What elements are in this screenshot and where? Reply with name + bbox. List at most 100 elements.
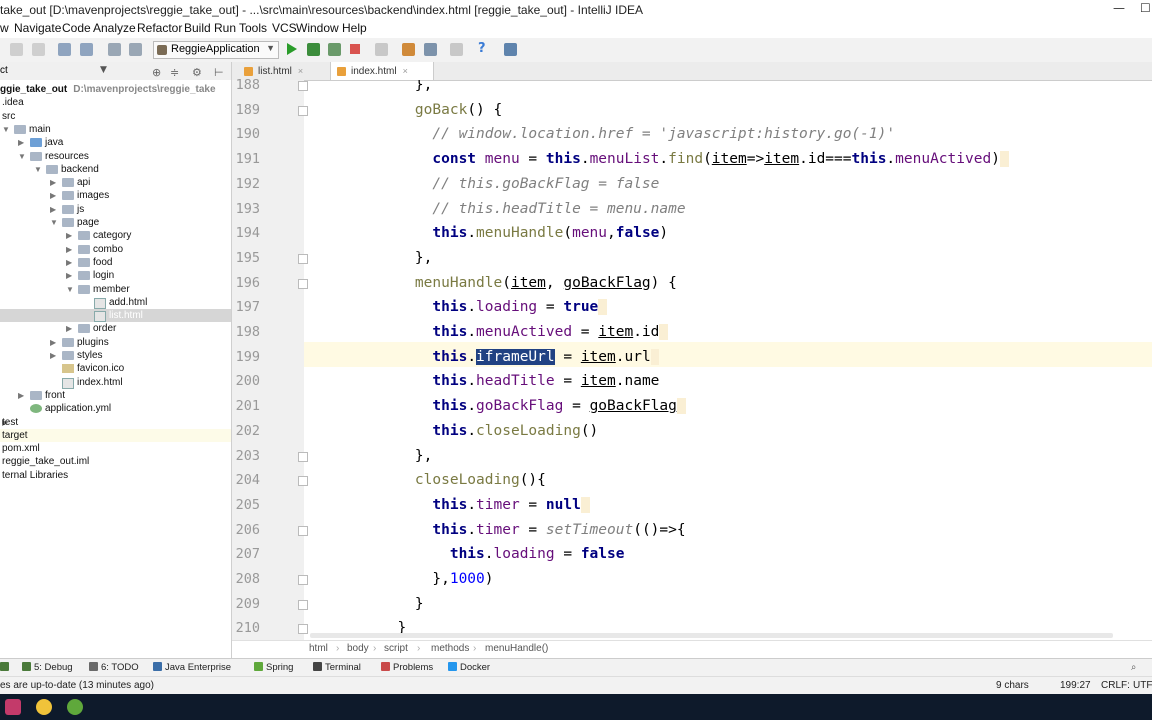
help-icon[interactable]: ?	[478, 41, 486, 56]
tree-item[interactable]: ▶ login	[0, 269, 231, 282]
tool-docker[interactable]: Docker	[448, 662, 490, 673]
search-icon[interactable]: ⌕	[1131, 662, 1136, 673]
tool-todo[interactable]: 6: TODO	[89, 662, 139, 673]
breadcrumb-item[interactable]: methods	[431, 643, 469, 654]
tool-problems[interactable]: Problems	[381, 662, 433, 673]
tree-item[interactable]: application.yml	[0, 402, 231, 415]
tree-item[interactable]: reggie_take_out.iml	[0, 455, 231, 468]
close-icon[interactable]: ×	[298, 66, 303, 76]
menu-help[interactable]: Help	[342, 21, 367, 35]
menu-code[interactable]: Code	[62, 21, 91, 35]
code-line[interactable]: this.menuActived = item.id	[380, 320, 669, 345]
tree-item[interactable]: ▶ js	[0, 203, 231, 216]
menu-refactor[interactable]: Refactor	[137, 21, 182, 35]
tree-item[interactable]: list.html	[0, 309, 231, 323]
code-editor[interactable]: }, goBack() { // window.location.href = …	[304, 80, 1152, 640]
tab-index-html[interactable]: index.html ×	[330, 62, 434, 80]
structure-icon[interactable]	[424, 43, 437, 56]
menu-view[interactable]: w	[0, 21, 9, 35]
intellij-taskbar-icon[interactable]	[5, 699, 21, 715]
code-line[interactable]: this.timer = setTimeout(()=>{	[380, 518, 685, 543]
menu-analyze[interactable]: Analyze	[93, 21, 136, 35]
menu-window[interactable]: Window	[296, 21, 339, 35]
code-line[interactable]: this.goBackFlag = goBackFlag	[380, 394, 686, 419]
forward-icon[interactable]	[32, 43, 45, 56]
run-icon[interactable]	[287, 43, 297, 55]
tree-item[interactable]: ▶ food	[0, 256, 231, 269]
tree-item[interactable]: ternal Libraries	[0, 469, 231, 482]
chevron-right-icon[interactable]: ▶	[50, 349, 59, 362]
minimize-button[interactable]: —	[1113, 1, 1125, 15]
tree-item[interactable]: ▶ plugins	[0, 336, 231, 349]
tree-item[interactable]: pom.xml	[0, 442, 231, 455]
menu-navigate[interactable]: Navigate	[14, 21, 61, 35]
chrome-taskbar-icon[interactable]	[36, 699, 52, 715]
tool-debug[interactable]: 5: Debug	[22, 662, 73, 673]
menu-build[interactable]: Build	[184, 21, 211, 35]
code-line[interactable]: // this.headTitle = menu.name	[380, 197, 685, 222]
app-taskbar-icon[interactable]	[67, 699, 83, 715]
tree-item[interactable]: ▼ page	[0, 216, 231, 229]
collapse-icon[interactable]: ≑	[170, 66, 179, 79]
chevron-down-icon[interactable]: ▼	[2, 123, 11, 136]
sdk-icon[interactable]	[450, 43, 463, 56]
tree-item[interactable]: ▶ java	[0, 136, 231, 149]
tool-java-enterprise[interactable]: Java Enterprise	[153, 662, 231, 673]
breadcrumb-item[interactable]: script	[384, 643, 408, 654]
caret-position[interactable]: 199:27	[1060, 680, 1091, 691]
chevron-right-icon[interactable]: ▶	[50, 203, 59, 216]
chevron-right-icon[interactable]: ▶	[18, 389, 27, 402]
menu-vcs[interactable]: VCS	[272, 21, 297, 35]
presentation-icon[interactable]	[504, 43, 517, 56]
zoom-in-icon[interactable]	[58, 43, 71, 56]
chevron-right-icon[interactable]: ▶	[66, 269, 75, 282]
chevron-right-icon[interactable]: ▶	[50, 176, 59, 189]
tree-item[interactable]: ▶ front	[0, 389, 231, 402]
code-line[interactable]: this.timer = null	[380, 493, 590, 518]
breadcrumb-item[interactable]: body	[347, 643, 369, 654]
tree-item[interactable]: target	[0, 428, 231, 442]
tree-item[interactable]: ▼ resources	[0, 150, 231, 163]
stop-icon[interactable]	[350, 44, 360, 54]
code-line[interactable]: },	[380, 246, 432, 271]
code-line[interactable]: this.loading = true	[380, 295, 608, 320]
menu-run[interactable]: Run	[214, 21, 236, 35]
menu-tools[interactable]: Tools	[239, 21, 267, 35]
code-line[interactable]: // this.goBackFlag = false	[380, 172, 659, 197]
close-icon[interactable]: ×	[403, 66, 408, 76]
debug-icon[interactable]	[307, 43, 320, 56]
hide-icon[interactable]: ⊢	[214, 66, 224, 79]
chevron-down-icon[interactable]: ▼	[50, 216, 59, 229]
tool-spring[interactable]: Spring	[254, 662, 293, 673]
tree-item[interactable]: favicon.ico	[0, 362, 231, 375]
chevron-down-icon[interactable]: ▼	[66, 283, 75, 296]
build-icon[interactable]	[108, 43, 121, 56]
tool-terminal[interactable]: Terminal	[313, 662, 361, 673]
run-tool-icon[interactable]	[0, 662, 12, 673]
code-line[interactable]: const menu = this.menuList.find(item=>it…	[380, 147, 1009, 172]
coverage-icon[interactable]	[328, 43, 341, 56]
line-separator[interactable]: CRLF:	[1101, 680, 1130, 691]
code-line[interactable]: this.iframeUrl = item.url	[380, 345, 660, 370]
code-line[interactable]: this.menuHandle(menu,false)	[380, 221, 668, 246]
maximize-button[interactable]: ☐	[1140, 1, 1151, 15]
gear-icon[interactable]: ⚙	[192, 66, 202, 79]
tree-item[interactable]: src	[0, 110, 231, 123]
code-line[interactable]: goBack() {	[380, 98, 502, 123]
chevron-down-icon[interactable]: ▼	[34, 163, 43, 176]
tree-item[interactable]: index.html	[0, 376, 231, 389]
code-line[interactable]: closeLoading(){	[380, 468, 546, 493]
chevron-right-icon[interactable]: ▶	[66, 243, 75, 256]
run-config-select[interactable]: ReggieApplication ▼	[153, 41, 279, 59]
horizontal-scrollbar[interactable]	[310, 633, 1113, 638]
tree-item[interactable]: ▶ category	[0, 229, 231, 242]
project-view-label[interactable]: ct	[0, 65, 8, 76]
code-line[interactable]: menuHandle(item, goBackFlag) {	[380, 271, 677, 296]
tree-item[interactable]: ▼ member	[0, 283, 231, 296]
file-encoding[interactable]: UTF	[1133, 680, 1152, 691]
chevron-right-icon[interactable]: ▶	[66, 229, 75, 242]
tree-item[interactable]: ▼ backend	[0, 163, 231, 176]
chevron-down-icon[interactable]: ▼	[18, 150, 27, 163]
tree-item[interactable]: ▶ images	[0, 189, 231, 202]
settings-icon[interactable]	[402, 43, 415, 56]
